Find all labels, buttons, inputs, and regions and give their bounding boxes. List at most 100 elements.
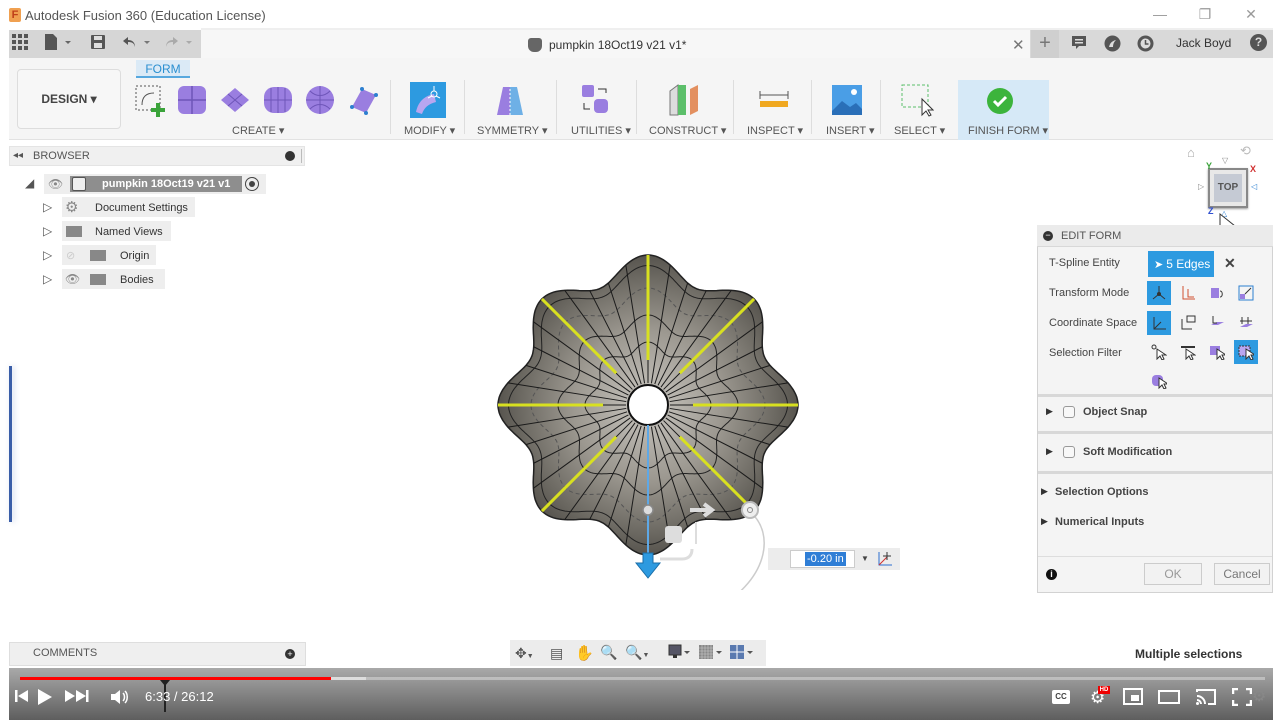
filter-body-icon[interactable]	[1147, 369, 1171, 393]
modify-group-menu[interactable]: MODIFY ▾	[404, 124, 455, 137]
edit-form-modify-icon[interactable]	[410, 82, 446, 118]
restore-button[interactable]: ❐	[1195, 6, 1215, 23]
filter-all-icon[interactable]	[1234, 340, 1258, 364]
grid-settings-icon[interactable]	[698, 643, 722, 666]
numerical-inputs-section[interactable]: Numerical Inputs	[1055, 516, 1144, 528]
browser-pin-icon[interactable]	[285, 151, 295, 161]
create-sketch-plus-icon[interactable]	[134, 83, 168, 117]
new-tab-button[interactable]: +	[1031, 30, 1059, 58]
symmetry-icon[interactable]	[493, 83, 527, 117]
manipulator-rotate-ring[interactable]	[741, 501, 759, 519]
visibility-eye-icon[interactable]: 👁	[48, 177, 63, 191]
construct-group-menu[interactable]: CONSTRUCT ▾	[649, 124, 726, 137]
select-window-icon[interactable]	[900, 83, 935, 117]
expand-selection-options-icon[interactable]: ▶	[1041, 486, 1048, 497]
user-account-menu[interactable]: Jack Boyd	[1176, 36, 1231, 50]
select-group-menu[interactable]: SELECT ▾	[894, 124, 945, 137]
transform-multi-mode-icon[interactable]	[1147, 281, 1171, 305]
zoom-icon[interactable]: 🔍	[600, 644, 617, 661]
theater-mode-icon[interactable]	[1158, 690, 1180, 704]
tspline-entity-selection[interactable]: ➤ 5 Edges	[1148, 251, 1214, 277]
ok-button[interactable]: OK	[1144, 563, 1202, 585]
distance-input[interactable]: -0.20 in	[790, 550, 855, 568]
inspect-group-menu[interactable]: INSPECT ▾	[747, 124, 803, 137]
filter-vertex-icon[interactable]	[1147, 340, 1171, 364]
coordinate-local-space-icon[interactable]	[1205, 311, 1229, 335]
collapse-panel-icon[interactable]: −	[1043, 231, 1053, 241]
fit-window-icon[interactable]: 🔍▼	[625, 644, 649, 661]
expand-soft-modification-icon[interactable]: ▶	[1046, 446, 1053, 457]
box-form-icon[interactable]	[176, 83, 210, 117]
insert-group-menu[interactable]: INSERT ▾	[826, 124, 875, 137]
help-icon[interactable]: ?	[1250, 34, 1267, 51]
sphere-form-icon[interactable]	[303, 83, 337, 117]
coordinate-world-space-icon[interactable]	[1147, 311, 1171, 335]
expand-numerical-inputs-icon[interactable]: ▶	[1041, 516, 1048, 527]
soft-modification-checkbox[interactable]	[1063, 446, 1075, 458]
create-group-menu[interactable]: CREATE ▾	[232, 124, 284, 137]
insert-image-icon[interactable]	[830, 83, 864, 117]
workspace-switcher-button[interactable]: DESIGN ▾	[17, 69, 121, 129]
rotate-view-icon[interactable]: ⟲	[1240, 143, 1251, 159]
filter-face-icon[interactable]	[1205, 340, 1229, 364]
transform-rotate-icon[interactable]	[1205, 281, 1229, 305]
viewcube-top-face[interactable]: TOP	[1214, 174, 1242, 202]
history-clock-icon[interactable]	[1137, 35, 1154, 56]
manipulator-point-handle[interactable]	[642, 504, 654, 516]
distance-dropdown-icon[interactable]: ▼	[861, 554, 869, 563]
notifications-icon[interactable]	[1071, 35, 1087, 55]
utilities-convert-icon[interactable]	[580, 83, 614, 117]
plane-form-icon[interactable]	[219, 83, 253, 117]
job-status-icon[interactable]	[1104, 35, 1121, 56]
pan-hand-icon[interactable]: ✋	[575, 644, 594, 662]
manipulator-z-arrow[interactable]	[634, 552, 662, 579]
fullscreen-icon[interactable]	[1231, 687, 1253, 711]
clear-selection-button[interactable]: ✕	[1224, 255, 1236, 272]
miniplayer-icon[interactable]	[1123, 688, 1143, 705]
filter-edge-icon[interactable]	[1176, 340, 1200, 364]
transform-scale-icon[interactable]	[1234, 281, 1258, 305]
visibility-eye-icon[interactable]: 👁	[65, 272, 80, 286]
minimize-button[interactable]: —	[1150, 6, 1170, 22]
viewcube-arrow-up[interactable]: ▽	[1222, 156, 1228, 165]
expand-triangle-icon[interactable]: ▷	[43, 248, 52, 262]
file-menu-icon[interactable]	[45, 34, 73, 55]
play-icon[interactable]	[37, 688, 53, 711]
viewcube-arrow-right[interactable]: ◁	[1251, 182, 1257, 191]
coordinate-axis-icon[interactable]	[876, 550, 894, 573]
home-view-icon[interactable]: ⌂	[1187, 145, 1195, 160]
look-at-icon[interactable]: ▤	[550, 645, 563, 662]
close-window-button[interactable]: ✕	[1241, 6, 1261, 23]
cast-icon[interactable]	[1195, 688, 1217, 711]
closed-captions-button[interactable]: CC	[1052, 690, 1070, 704]
manipulator-plane-handle[interactable]	[665, 526, 682, 543]
apps-grid-icon[interactable]	[12, 34, 28, 55]
add-comment-icon[interactable]: +	[285, 649, 295, 659]
checkmark-icon[interactable]	[987, 88, 1013, 119]
quadball-form-icon[interactable]	[346, 83, 380, 117]
collapse-triangle-icon[interactable]: ◢	[25, 176, 34, 190]
coordinate-per-face-space-icon[interactable]	[1234, 311, 1258, 335]
panel-resize-handle[interactable]	[301, 149, 302, 163]
previous-video-icon[interactable]	[15, 688, 29, 709]
orbit-icon[interactable]: ✥▼	[515, 645, 534, 662]
transform-translate-icon[interactable]	[1176, 281, 1200, 305]
next-video-icon[interactable]	[65, 688, 95, 709]
viewcube[interactable]: TOP	[1208, 168, 1248, 208]
hidden-eye-icon[interactable]: ⊘	[66, 249, 75, 262]
info-icon[interactable]: i	[1046, 569, 1057, 580]
construct-plane-icon[interactable]	[668, 83, 702, 117]
volume-icon[interactable]	[110, 688, 130, 711]
measure-ruler-icon[interactable]	[757, 83, 791, 117]
viewcube-arrow-left[interactable]: ▷	[1198, 182, 1204, 191]
cancel-button[interactable]: Cancel	[1214, 563, 1270, 585]
viewports-icon[interactable]	[729, 643, 753, 666]
utilities-group-menu[interactable]: UTILITIES ▾	[571, 124, 631, 137]
pumpkin-tspline-model[interactable]	[480, 240, 820, 590]
cylinder-form-icon[interactable]	[261, 83, 295, 117]
object-snap-checkbox[interactable]	[1063, 406, 1075, 418]
selection-options-section[interactable]: Selection Options	[1055, 486, 1149, 498]
close-tab-button[interactable]: ✕	[1012, 36, 1025, 54]
expand-triangle-icon[interactable]: ▷	[43, 224, 52, 238]
collapse-browser-icon[interactable]: ◂◂	[13, 150, 23, 161]
